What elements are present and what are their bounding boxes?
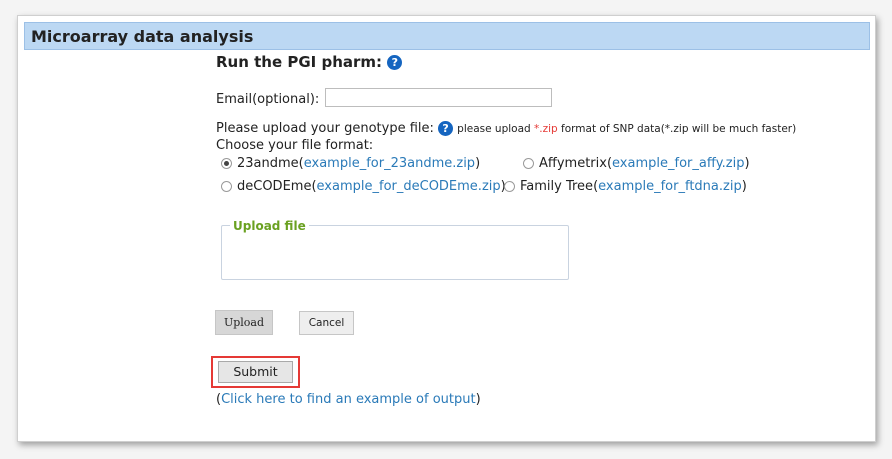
format-option-affymetrix[interactable]: Affymetrix(example_for_affy.zip) <box>523 156 750 171</box>
email-field[interactable] <box>325 88 552 107</box>
example-link-decodeme[interactable]: example_for_deCODEme.zip <box>317 179 501 194</box>
upload-note-prefix: please upload <box>457 123 535 135</box>
email-label: Email(optional): <box>216 92 320 107</box>
form-title-text: Run the PGI pharm: <box>216 53 383 71</box>
format-label-affymetrix: Affymetrix <box>539 156 607 171</box>
format-option-23andme[interactable]: 23andme(example_for_23andme.zip) <box>221 156 480 171</box>
example-link-affymetrix[interactable]: example_for_affy.zip <box>612 156 744 171</box>
radio-button-23andme[interactable] <box>221 158 232 169</box>
format-option-family-tree[interactable]: Family Tree(example_for_ftdna.zip) <box>504 179 747 194</box>
example-link-family-tree[interactable]: example_for_ftdna.zip <box>598 179 742 194</box>
help-icon[interactable]: ? <box>438 121 454 136</box>
upload-prompt: Please upload your genotype file: ? plea… <box>216 121 796 136</box>
format-option-decodeme[interactable]: deCODEme(example_for_deCODEme.zip) <box>221 179 506 194</box>
cancel-button[interactable]: Cancel <box>299 311 354 335</box>
example-output-close: ) <box>475 392 481 407</box>
zip-extension: *.zip <box>534 123 558 135</box>
upload-note: please upload *.zip format of SNP data(*… <box>457 123 796 135</box>
upload-file-box[interactable] <box>221 225 569 280</box>
format-label-decodeme: deCODEme <box>237 179 312 194</box>
radio-button-decodeme[interactable] <box>221 181 232 192</box>
format-label-family-tree: Family Tree <box>520 179 594 194</box>
upload-note-suffix: format of SNP data(*.zip will be much fa… <box>557 123 797 135</box>
example-output-link[interactable]: Click here to find an example of output <box>221 392 476 407</box>
upload-file-legend: Upload file <box>230 219 309 233</box>
choose-format-label: Choose your file format: <box>216 138 374 153</box>
submit-button[interactable]: Submit <box>218 361 293 383</box>
radio-button-affymetrix[interactable] <box>523 158 534 169</box>
form-title: Run the PGI pharm: ? <box>216 53 403 71</box>
example-output: (Click here to find an example of output… <box>216 392 481 407</box>
radio-button-family-tree[interactable] <box>504 181 515 192</box>
panel-header: Microarray data analysis <box>24 22 870 50</box>
format-label-23andme: 23andme <box>237 156 299 171</box>
example-link-23andme[interactable]: example_for_23andme.zip <box>304 156 475 171</box>
analysis-panel: Microarray data analysis Run the PGI pha… <box>17 15 876 442</box>
help-icon[interactable]: ? <box>387 55 403 70</box>
upload-button[interactable]: Upload <box>215 310 273 335</box>
upload-prompt-text: Please upload your genotype file: <box>216 121 434 136</box>
